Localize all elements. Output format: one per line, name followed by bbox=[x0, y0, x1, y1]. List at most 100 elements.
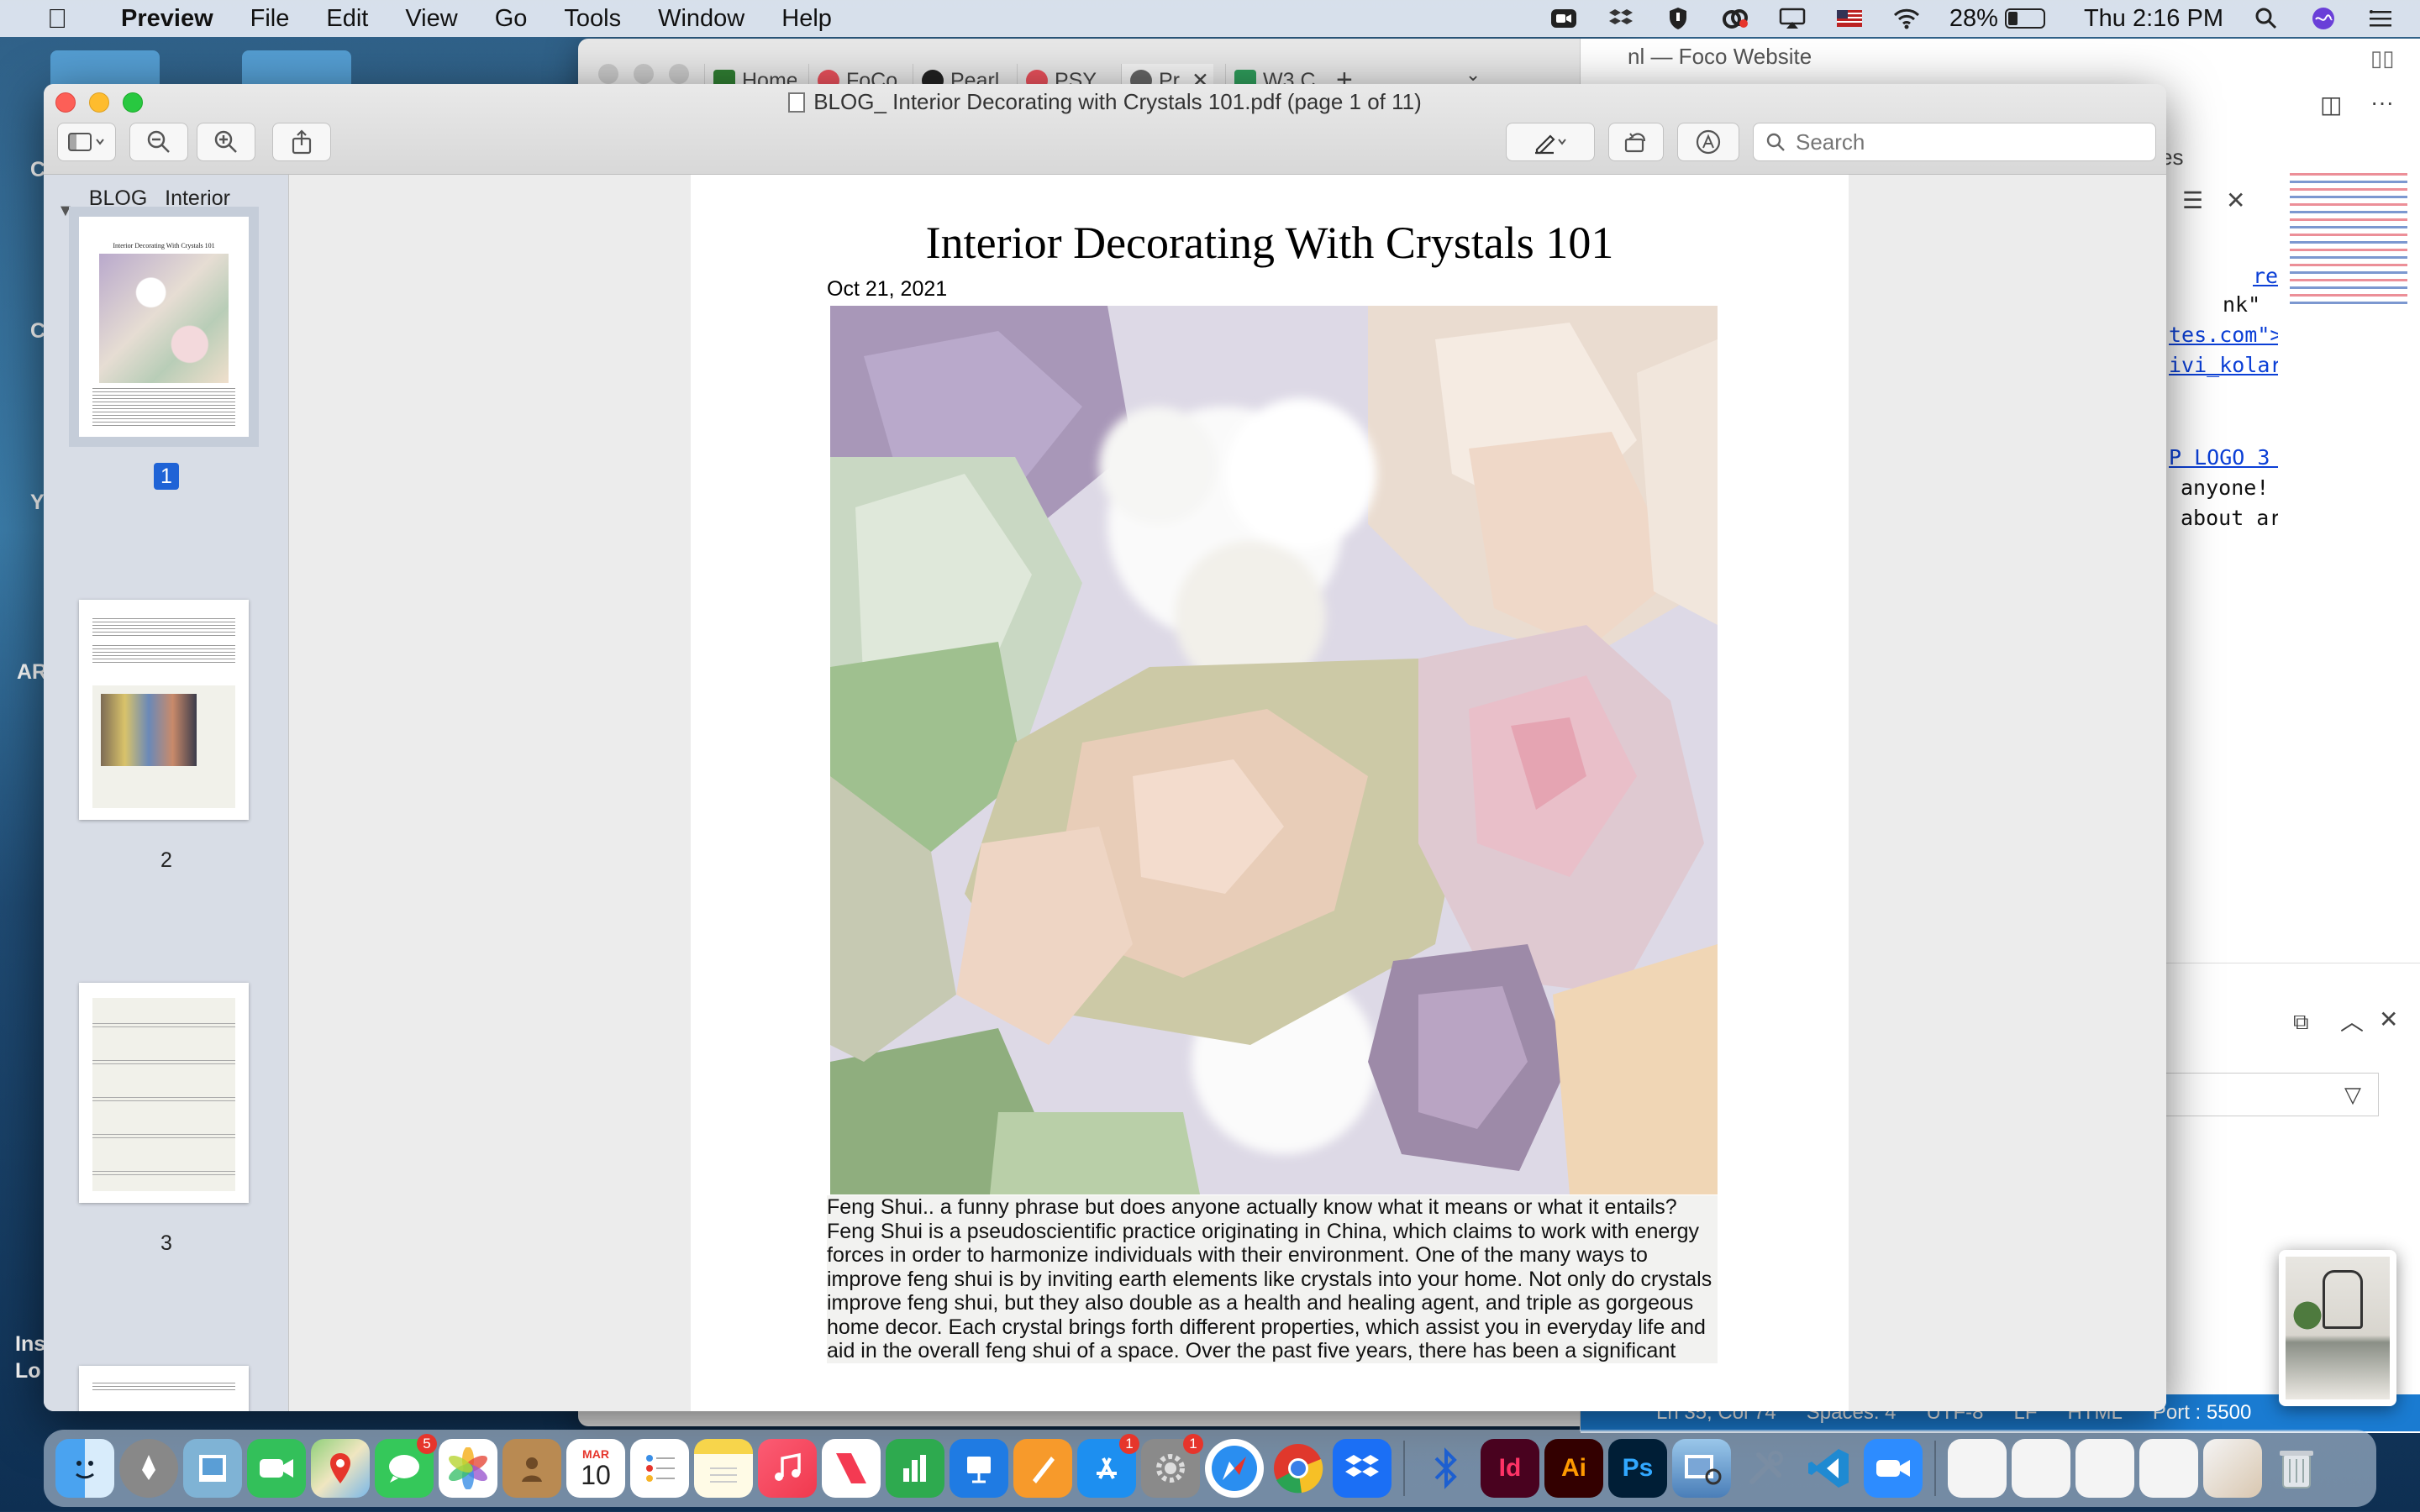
safari-icon[interactable] bbox=[1205, 1439, 1264, 1498]
page-thumbnail-4[interactable] bbox=[79, 1366, 249, 1411]
zoom-out-button[interactable] bbox=[129, 123, 188, 161]
menu-file[interactable]: File bbox=[250, 5, 290, 33]
spotlight-search-icon[interactable] bbox=[2252, 7, 2281, 30]
apple-menu-icon[interactable]:  bbox=[32, 3, 82, 34]
menu-tools[interactable]: Tools bbox=[564, 5, 621, 33]
keynote-icon[interactable] bbox=[950, 1439, 1008, 1498]
sidebar-toggle-button[interactable] bbox=[57, 123, 116, 161]
airplay-icon[interactable] bbox=[1778, 7, 1807, 30]
battery-percent[interactable]: 28% bbox=[1949, 5, 1998, 33]
dropbox-menubar-icon[interactable] bbox=[1607, 7, 1635, 30]
recent-document-icon[interactable] bbox=[2012, 1439, 2070, 1498]
photos-icon[interactable] bbox=[439, 1439, 497, 1498]
pdf-page[interactable]: Interior Decorating With Crystals 101 Oc… bbox=[691, 175, 1849, 1411]
pages-icon[interactable] bbox=[1013, 1439, 1072, 1498]
messages-icon[interactable]: 5 bbox=[375, 1434, 437, 1498]
zoom-in-button[interactable] bbox=[197, 123, 255, 161]
more-actions-icon[interactable]: ··· bbox=[2370, 89, 2394, 116]
plant-shape bbox=[2291, 1290, 2324, 1341]
notes-icon[interactable] bbox=[694, 1439, 753, 1498]
markup-pen-button[interactable] bbox=[1506, 123, 1595, 161]
indesign-icon[interactable]: Id bbox=[1481, 1439, 1539, 1498]
launchpad-icon[interactable] bbox=[119, 1439, 178, 1498]
battery-icon[interactable] bbox=[2004, 8, 2045, 29]
page-thumbnail-3[interactable] bbox=[79, 983, 249, 1203]
illustrator-icon[interactable]: Ai bbox=[1544, 1439, 1603, 1498]
creative-cloud-icon[interactable] bbox=[1721, 7, 1749, 30]
status-live-server-port[interactable]: Port : 5500 bbox=[2153, 1401, 2251, 1425]
safari-zoom-button[interactable] bbox=[669, 64, 689, 84]
preview-dock-icon[interactable] bbox=[1672, 1439, 1731, 1498]
preview-app-icon[interactable] bbox=[183, 1439, 242, 1498]
vscode-icon[interactable] bbox=[1800, 1439, 1859, 1498]
photoshop-icon[interactable]: Ps bbox=[1608, 1439, 1667, 1498]
panel-restore-icon[interactable]: ⧉ bbox=[2293, 1009, 2309, 1036]
search-input[interactable] bbox=[1796, 129, 2132, 155]
reminders-icon[interactable] bbox=[630, 1439, 689, 1498]
menubar-clock[interactable]: Thu 2:16 PM bbox=[2084, 5, 2223, 33]
numbers-icon[interactable] bbox=[886, 1439, 944, 1498]
share-button[interactable] bbox=[272, 123, 331, 161]
control-center-icon[interactable] bbox=[2366, 7, 2395, 30]
zoom-menubar-icon[interactable] bbox=[1549, 7, 1578, 30]
page-number-3[interactable]: 3 bbox=[44, 1231, 289, 1256]
downloads-stack-icon[interactable] bbox=[2203, 1439, 2262, 1498]
facetime-icon[interactable] bbox=[247, 1439, 306, 1498]
chrome-icon[interactable] bbox=[1269, 1439, 1328, 1498]
calendar-icon[interactable]: MAR 10 bbox=[566, 1439, 625, 1498]
menu-window[interactable]: Window bbox=[658, 5, 744, 33]
page-thumbnail-2[interactable] bbox=[79, 600, 249, 820]
code-editor[interactable]: res nk" tes.com">E ivi_kolar/ P LOGO 3 c… bbox=[2169, 223, 2278, 912]
safari-minimize-button[interactable] bbox=[634, 64, 654, 84]
document-canvas[interactable]: Interior Decorating With Crystals 101 Oc… bbox=[289, 175, 2166, 1411]
search-field[interactable] bbox=[1753, 123, 2156, 161]
utilities-icon[interactable] bbox=[1736, 1439, 1795, 1498]
page-number-2[interactable]: 2 bbox=[44, 848, 289, 873]
us-flag-icon[interactable] bbox=[1835, 7, 1864, 30]
menu-go[interactable]: Go bbox=[495, 5, 528, 33]
page-thumbnail-1[interactable]: Interior Decorating With Crystals 101 bbox=[69, 207, 259, 447]
recent-document-icon[interactable] bbox=[2075, 1439, 2134, 1498]
bluetooth-icon[interactable] bbox=[1417, 1439, 1476, 1498]
dropbox-icon[interactable] bbox=[1333, 1439, 1392, 1498]
system-preferences-icon[interactable]: 1 bbox=[1141, 1434, 1203, 1498]
menu-app-name[interactable]: Preview bbox=[121, 5, 213, 33]
crystals-photo bbox=[830, 306, 1718, 1194]
screenshot-preview-thumbnail[interactable] bbox=[2279, 1250, 2396, 1406]
vpn-shield-icon[interactable] bbox=[1664, 7, 1692, 30]
trash-icon[interactable] bbox=[2267, 1439, 2326, 1498]
recent-document-icon[interactable] bbox=[1948, 1439, 2007, 1498]
filter-icon[interactable]: ▽ bbox=[2344, 1082, 2361, 1108]
thumbnail-text-lines bbox=[92, 1383, 235, 1391]
page-number-1[interactable]: 1 bbox=[44, 463, 289, 490]
finder-icon[interactable] bbox=[55, 1439, 114, 1498]
split-editor-icon[interactable]: ◫ bbox=[2320, 91, 2342, 118]
panel-maximize-icon[interactable]: ︿ bbox=[2340, 1004, 2364, 1037]
annotate-button[interactable] bbox=[1677, 123, 1739, 161]
recent-document-icon[interactable] bbox=[2139, 1439, 2198, 1498]
editor-minimap[interactable] bbox=[2290, 173, 2407, 307]
menu-edit[interactable]: Edit bbox=[326, 5, 368, 33]
preview-titlebar[interactable]: BLOG_ Interior Decorating with Crystals … bbox=[44, 84, 2166, 175]
menu-view[interactable]: View bbox=[405, 5, 457, 33]
editor-list-icon[interactable]: ☰ bbox=[2182, 186, 2203, 214]
layout-toggle-icon[interactable]: ▯▯ bbox=[2370, 45, 2395, 71]
zoom-app-icon[interactable] bbox=[1864, 1439, 1923, 1498]
contacts-icon[interactable] bbox=[502, 1439, 561, 1498]
desktop-label: Y bbox=[30, 491, 45, 514]
news-icon[interactable] bbox=[822, 1439, 881, 1498]
wifi-icon[interactable] bbox=[1892, 7, 1921, 30]
disclosure-triangle-icon[interactable]: ▼ bbox=[57, 202, 74, 221]
siri-icon[interactable] bbox=[2309, 7, 2338, 30]
music-icon[interactable] bbox=[758, 1439, 817, 1498]
thumbnail-sidebar[interactable]: ▼ BLOG_ Interior Dec... Interior Decorat… bbox=[44, 175, 289, 1411]
code-fragment: ivi_kolar/ bbox=[2169, 353, 2278, 377]
rotate-button[interactable] bbox=[1608, 123, 1664, 161]
maps-icon[interactable] bbox=[311, 1439, 370, 1498]
app-store-icon[interactable]: 1 bbox=[1077, 1434, 1139, 1498]
preview-window[interactable]: BLOG_ Interior Decorating with Crystals … bbox=[44, 84, 2166, 1411]
menu-help[interactable]: Help bbox=[781, 5, 832, 33]
safari-close-button[interactable] bbox=[598, 64, 618, 84]
editor-close-icon[interactable]: ✕ bbox=[2226, 186, 2245, 214]
panel-close-icon[interactable]: ✕ bbox=[2379, 1005, 2398, 1033]
